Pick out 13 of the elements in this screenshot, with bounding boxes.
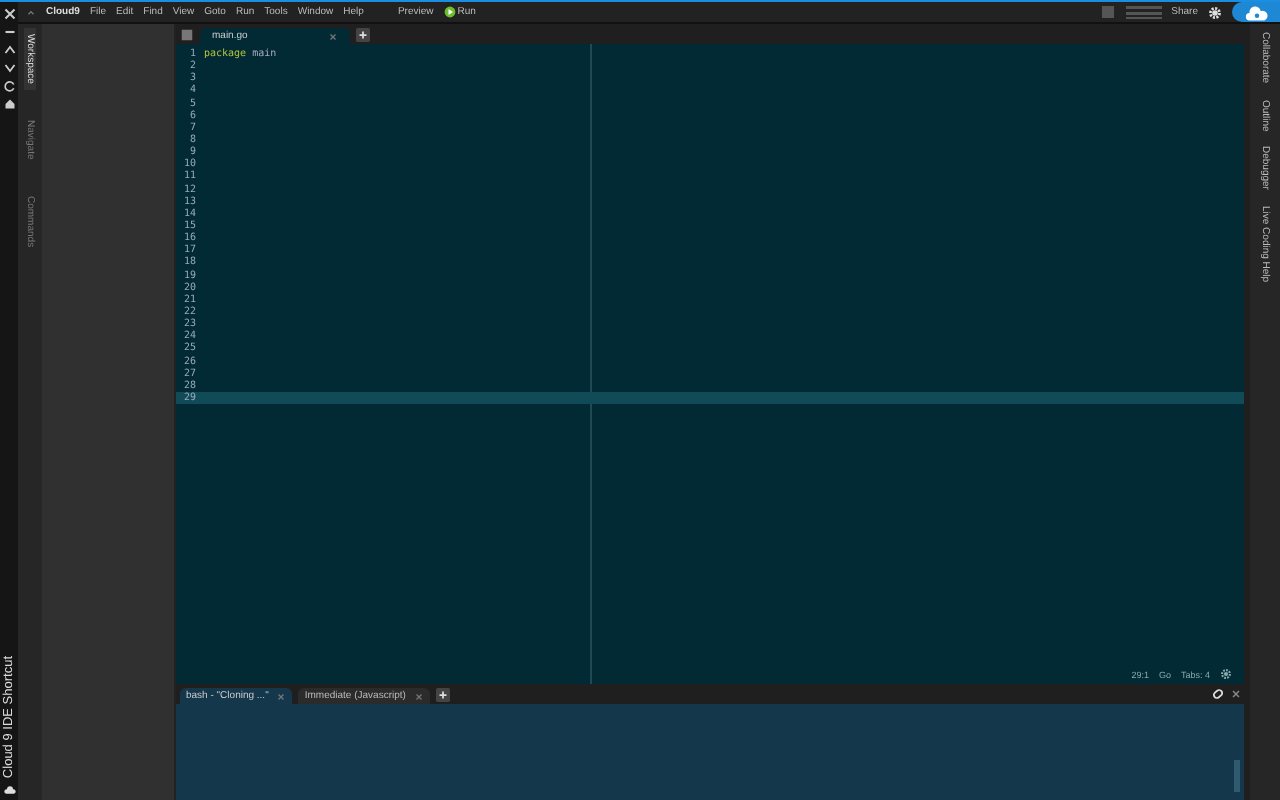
collapse-icon[interactable]	[26, 7, 36, 17]
minimize-icon[interactable]	[3, 26, 15, 38]
help-cloud-button[interactable]	[1232, 2, 1280, 22]
settings-icon[interactable]	[1220, 668, 1232, 680]
add-tab-icon[interactable]	[435, 688, 450, 702]
add-tab-icon[interactable]	[355, 28, 370, 42]
close-icon[interactable]	[3, 8, 15, 20]
refresh-icon[interactable]	[3, 80, 15, 92]
cloud-icon	[3, 784, 15, 796]
menu-icon[interactable]	[180, 28, 194, 42]
link-icon[interactable]	[1212, 688, 1224, 700]
home-icon[interactable]	[3, 98, 15, 110]
close-icon[interactable]	[1230, 688, 1242, 700]
